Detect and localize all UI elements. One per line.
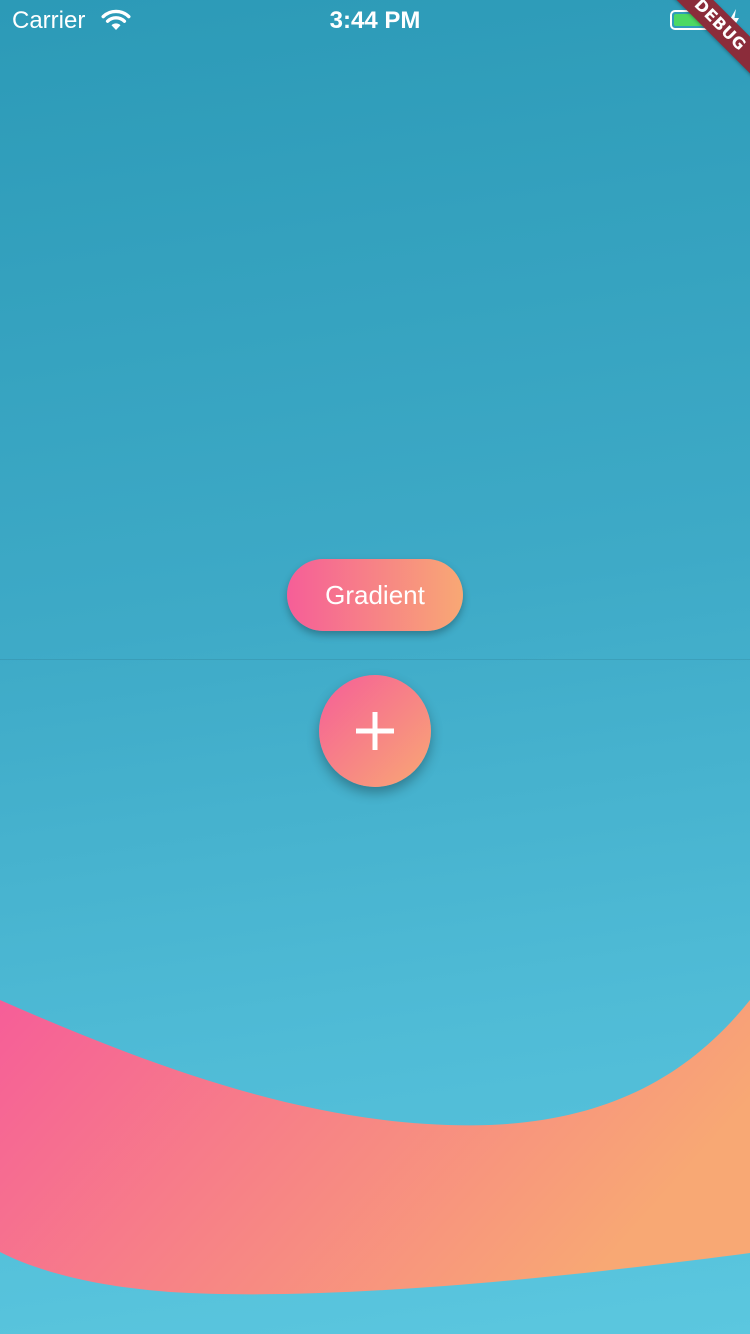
plus-icon [356,712,394,750]
divider [0,659,750,660]
decorative-wave [0,1000,750,1295]
add-fab-button[interactable] [319,675,431,787]
status-bar: Carrier 3:44 PM [0,0,750,40]
app-screen: Carrier 3:44 PM DEBUG Gradient [0,0,750,1334]
gradient-button[interactable]: Gradient [287,559,463,631]
status-time: 3:44 PM [329,7,421,34]
